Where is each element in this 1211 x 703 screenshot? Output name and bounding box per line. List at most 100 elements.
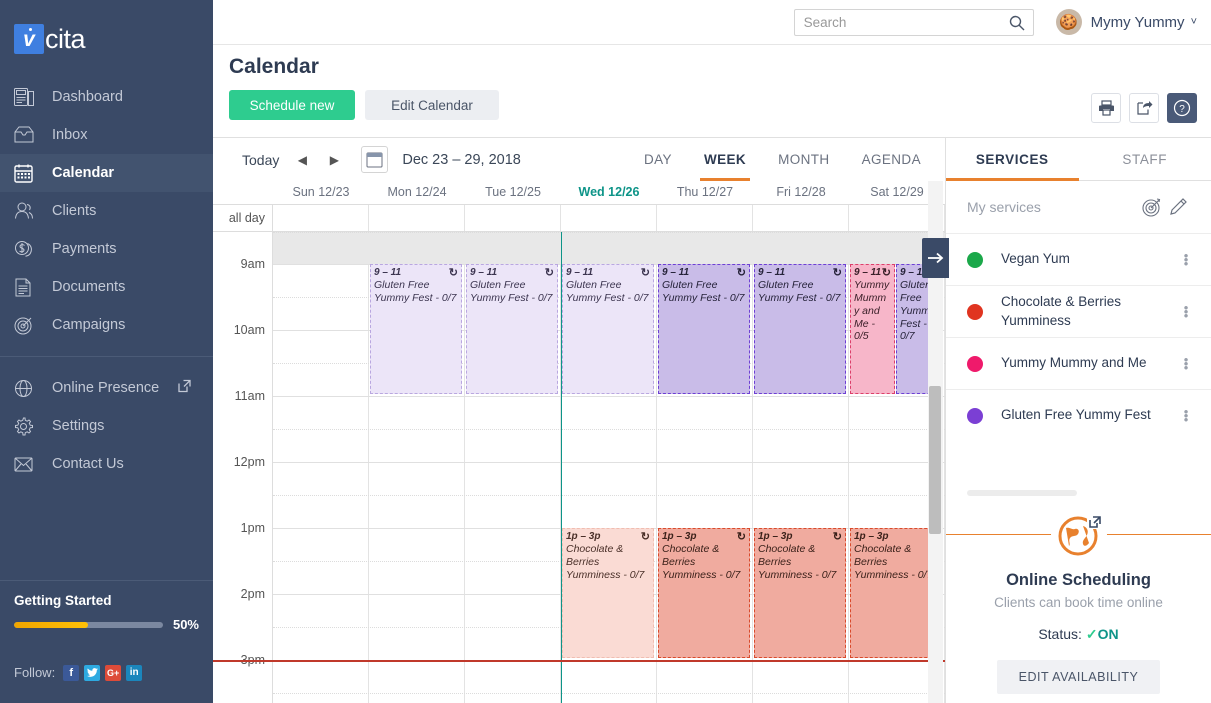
logo-letter: v <box>23 27 35 51</box>
calendar-event[interactable]: 9 – 11Gluten Free Yummy Fest - 0/7↻ <box>370 264 462 394</box>
sidebar-item-campaigns[interactable]: Campaigns <box>0 306 213 344</box>
recurring-icon: ↻ <box>881 267 891 279</box>
calendar-event[interactable]: 9 – 11Gluten Free Yummy Fest - 0/7↻ <box>466 264 558 394</box>
calendar-event[interactable]: 9 – 11Gluten Free Yummy Fest - 0/7↻ <box>754 264 846 394</box>
sidebar-label: Settings <box>52 418 105 434</box>
svg-text:?: ? <box>1179 104 1185 115</box>
all-day-cell[interactable] <box>561 205 657 231</box>
search-box[interactable] <box>793 8 1034 36</box>
all-day-row: all day <box>213 205 945 232</box>
help-icon[interactable]: ? <box>1167 93 1197 123</box>
online-scheduling-status: Status: ✓ON <box>946 626 1211 643</box>
service-menu-icon[interactable]: • • • <box>1179 405 1193 426</box>
prev-week-button[interactable]: ◀ <box>293 151 311 169</box>
edit-calendar-button[interactable]: Edit Calendar <box>365 90 499 120</box>
calendar-grid: Sun 12/23 Mon 12/24 Tue 12/25 Wed 12/26 … <box>213 181 945 703</box>
sidebar-item-payments[interactable]: Payments <box>0 230 213 268</box>
all-day-cell[interactable] <box>273 205 369 231</box>
collapse-panel-button[interactable] <box>922 238 949 278</box>
logo[interactable]: v cita <box>0 0 213 78</box>
all-day-cell[interactable] <box>369 205 465 231</box>
sidebar-item-clients[interactable]: Clients <box>0 192 213 230</box>
time-label: 2pm <box>240 587 265 601</box>
service-menu-icon[interactable]: • • • <box>1179 353 1193 374</box>
schedule-new-button[interactable]: Schedule new <box>229 90 355 120</box>
calendar-event[interactable]: 1p – 3p Chocolate & Berries Yumminess - 0… <box>658 528 750 658</box>
day-header-tue[interactable]: Tue 12/25 <box>465 181 561 204</box>
sidebar-item-online-presence[interactable]: Online Presence <box>0 369 213 407</box>
follow-row: Follow: f G+ in <box>0 642 213 703</box>
sidebar-label: Dashboard <box>52 89 123 105</box>
googleplus-icon[interactable]: G+ <box>105 664 122 681</box>
service-row[interactable]: Vegan Yum • • • <box>946 233 1211 285</box>
all-day-cell[interactable] <box>657 205 753 231</box>
sidebar-item-documents[interactable]: Documents <box>0 268 213 306</box>
service-menu-icon[interactable]: • • • <box>1179 301 1193 322</box>
vcita-logo-mark: v <box>14 24 44 54</box>
next-week-button[interactable]: ▶ <box>325 151 343 169</box>
day-column[interactable] <box>273 232 369 703</box>
logo-dot <box>29 28 32 31</box>
edit-pencil-icon[interactable] <box>1165 197 1193 217</box>
view-week-button[interactable]: WEEK <box>688 138 762 181</box>
print-icon[interactable] <box>1091 93 1121 123</box>
sidebar-item-calendar[interactable]: Calendar <box>0 154 213 192</box>
sidebar-label: Contact Us <box>52 456 124 472</box>
calendar-event[interactable]: 1p – 3p Chocolate & Berries Yumminess - 0… <box>754 528 846 658</box>
sidebar-item-inbox[interactable]: Inbox <box>0 116 213 154</box>
event-title: Gluten Free Yummy Fest - 0/7 <box>662 279 745 304</box>
tab-staff[interactable]: STAFF <box>1079 138 1211 180</box>
getting-started-panel[interactable]: Getting Started 50% <box>0 580 213 642</box>
service-row[interactable]: Yummy Mummy and Me • • • <box>946 337 1211 389</box>
share-icon[interactable] <box>1129 93 1159 123</box>
search-input[interactable] <box>803 14 1004 30</box>
day-header-mon[interactable]: Mon 12/24 <box>369 181 465 204</box>
day-header-sun[interactable]: Sun 12/23 <box>273 181 369 204</box>
sidebar-item-settings[interactable]: Settings <box>0 407 213 445</box>
calendar-event[interactable]: 9 – 11 Yummy Mummy and Me - 0/5 ↻ <box>850 264 895 394</box>
online-scheduling-panel: Online Scheduling Clients can book time … <box>946 507 1211 703</box>
grid-inner: 9am 10am 11am 12pm 1pm 2pm 3pm 9 – 11 Gluten Fr… <box>213 232 945 703</box>
user-menu[interactable]: 🍪 Mymy Yummy ˅ <box>1055 9 1197 35</box>
facebook-icon[interactable]: f <box>63 664 80 681</box>
service-color-dot <box>967 251 983 268</box>
status-label: Status: <box>1038 626 1082 642</box>
calendar-event[interactable]: 1p – 3p Chocolate & Berries Yumminess - 0… <box>562 528 654 658</box>
target-icon[interactable] <box>1137 197 1165 218</box>
all-day-cell[interactable] <box>753 205 849 231</box>
view-agenda-button[interactable]: AGENDA <box>846 138 937 181</box>
service-row[interactable]: Gluten Free Yummy Fest • • • <box>946 389 1211 441</box>
arrow-right-icon <box>928 252 944 264</box>
sidebar-item-dashboard[interactable]: Dashboard <box>0 78 213 116</box>
service-name: Vegan Yum <box>1001 251 1070 267</box>
twitter-icon[interactable] <box>84 664 101 681</box>
view-day-button[interactable]: DAY <box>628 138 688 181</box>
service-color-dot <box>967 355 983 372</box>
calendar-event[interactable]: 9 – 11Gluten Free Yummy Fest - 0/7↻ <box>562 264 654 394</box>
view-month-button[interactable]: MONTH <box>762 138 846 181</box>
day-header-fri[interactable]: Fri 12/28 <box>753 181 849 204</box>
hour-line <box>273 396 945 397</box>
gear-icon <box>14 414 44 438</box>
linkedin-icon[interactable]: in <box>126 664 143 681</box>
header-actions: ? <box>1091 93 1197 123</box>
recurring-icon: ↻ <box>832 267 842 279</box>
sidebar-item-contact-us[interactable]: Contact Us <box>0 445 213 483</box>
event-time: 9 – 11 <box>758 267 786 278</box>
service-menu-icon[interactable]: • • • <box>1179 249 1193 270</box>
scrollbar-thumb[interactable] <box>929 386 941 534</box>
date-picker-icon[interactable] <box>361 146 389 173</box>
day-header-thu[interactable]: Thu 12/27 <box>657 181 753 204</box>
day-header-wed[interactable]: Wed 12/26 <box>561 181 657 204</box>
my-services-label: My services <box>967 199 1041 215</box>
search-icon[interactable] <box>1009 15 1025 36</box>
dashboard-icon <box>14 85 44 109</box>
calendar-event[interactable]: 9 – 11Gluten Free Yummy Fest - 0/7↻ <box>658 264 750 394</box>
avatar: 🍪 <box>1055 9 1082 35</box>
tab-services[interactable]: SERVICES <box>946 138 1079 181</box>
edit-availability-button[interactable]: EDIT AVAILABILITY <box>996 660 1161 694</box>
service-row[interactable]: Chocolate & Berries Yumminess • • • <box>946 285 1211 337</box>
date-range-label: Dec 23 – 29, 2018 <box>402 151 521 168</box>
today-button[interactable]: Today <box>242 152 279 168</box>
all-day-cell[interactable] <box>465 205 561 231</box>
